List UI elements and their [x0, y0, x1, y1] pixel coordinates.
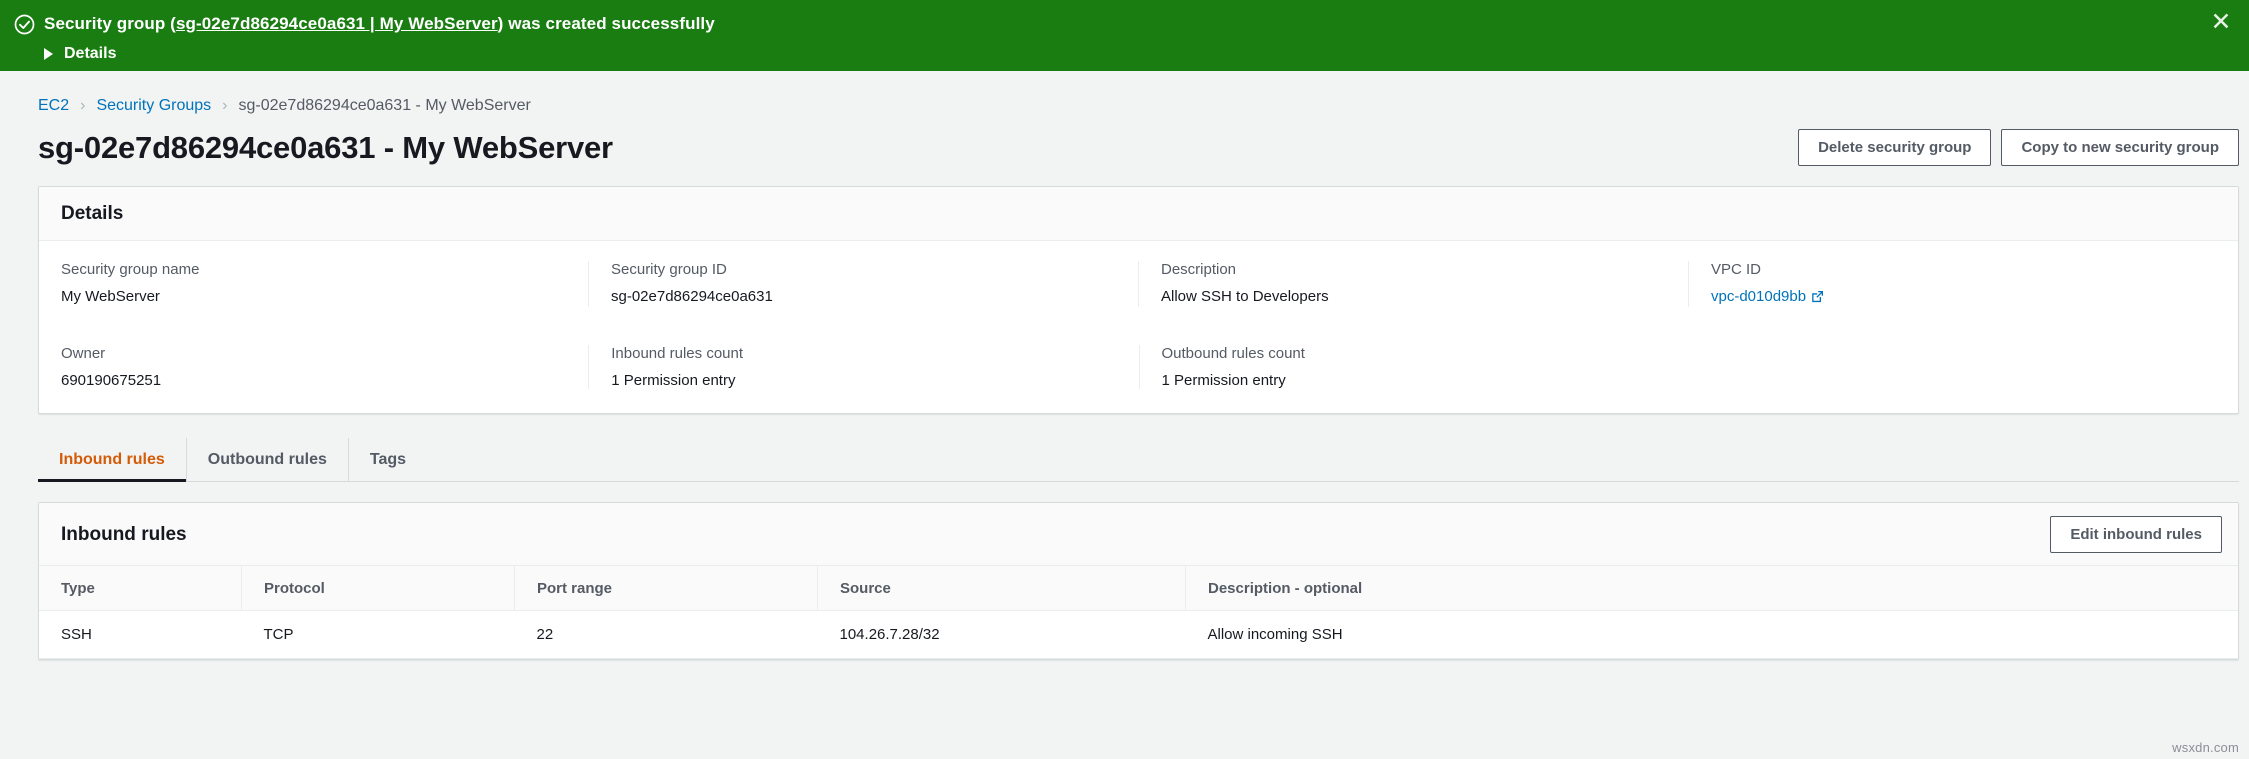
chevron-right-icon: › — [222, 97, 228, 114]
inbound-rules-table: Type Protocol Port range Source Descript… — [39, 566, 2238, 659]
breadcrumb-item-current: sg-02e7d86294ce0a631 - My WebServer — [238, 97, 531, 114]
details-card-header: Details — [39, 187, 2238, 241]
page-header: sg-02e7d86294ce0a631 - My WebServer Dele… — [0, 115, 2249, 166]
detail-security-group-name: Security group name My WebServer — [39, 261, 589, 307]
column-header-port-range[interactable]: Port range — [514, 566, 818, 611]
detail-label: Security group name — [61, 261, 200, 278]
detail-value: Allow SSH to Developers — [1161, 288, 1329, 305]
tab-tags[interactable]: Tags — [349, 438, 427, 481]
detail-owner: Owner 690190675251 — [39, 345, 590, 389]
chevron-right-icon: › — [80, 97, 86, 114]
tab-outbound-rules[interactable]: Outbound rules — [187, 438, 349, 481]
table-header-row: Type Protocol Port range Source Descript… — [39, 566, 2238, 611]
detail-vpc-id: VPC ID vpc-d010d9bb — [1689, 261, 2238, 307]
detail-inbound-rules-count: Inbound rules count 1 Permission entry — [589, 345, 1140, 389]
rules-tabs: Inbound rules Outbound rules Tags — [38, 438, 2239, 482]
details-row-2: Owner 690190675251 Inbound rules count 1… — [39, 331, 2238, 413]
vpc-id-link[interactable]: vpc-d010d9bb — [1711, 288, 1806, 305]
cell-port-range: 22 — [514, 610, 818, 659]
detail-outbound-rules-count: Outbound rules count 1 Permission entry — [1140, 345, 1689, 389]
success-banner: Security group (sg-02e7d86294ce0a631 | M… — [0, 0, 2249, 71]
detail-value-wrapper: vpc-d010d9bb — [1711, 288, 2216, 307]
circle-check-icon — [14, 14, 35, 35]
detail-label: Owner — [61, 345, 106, 362]
inbound-rules-header: Inbound rules Edit inbound rules — [39, 503, 2238, 566]
column-header-type[interactable]: Type — [39, 566, 242, 611]
banner-message: Security group (sg-02e7d86294ce0a631 | M… — [44, 13, 715, 34]
security-group-detail-page: Security group (sg-02e7d86294ce0a631 | M… — [0, 0, 2249, 759]
detail-value: My WebServer — [61, 288, 160, 305]
breadcrumb-item-ec2[interactable]: EC2 — [38, 97, 69, 115]
column-header-protocol[interactable]: Protocol — [241, 566, 515, 611]
cell-protocol: TCP — [241, 610, 515, 659]
delete-security-group-button[interactable]: Delete security group — [1798, 129, 1992, 166]
detail-label: Description — [1161, 261, 1237, 278]
external-link-icon[interactable] — [1811, 290, 1824, 307]
breadcrumb: EC2 › Security Groups › sg-02e7d86294ce0… — [0, 71, 2249, 115]
column-header-description[interactable]: Description - optional — [1185, 566, 2238, 611]
cell-type: SSH — [39, 610, 242, 659]
column-header-source[interactable]: Source — [817, 566, 1186, 611]
table-body: SSH TCP 22 104.26.7.28/32 Allow incoming… — [39, 610, 2238, 659]
detail-label: Inbound rules count — [611, 345, 744, 362]
table-row[interactable]: SSH TCP 22 104.26.7.28/32 Allow incoming… — [39, 610, 2238, 659]
detail-label: Outbound rules count — [1161, 345, 1305, 362]
inbound-rules-title: Inbound rules — [61, 523, 187, 545]
cell-source: 104.26.7.28/32 — [817, 610, 1186, 659]
triangle-right-icon — [44, 48, 53, 60]
tab-inbound-rules[interactable]: Inbound rules — [38, 438, 187, 482]
table-head: Type Protocol Port range Source Descript… — [39, 566, 2238, 611]
detail-security-group-id: Security group ID sg-02e7d86294ce0a631 — [589, 261, 1139, 307]
detail-value: sg-02e7d86294ce0a631 — [611, 288, 773, 305]
details-row-1: Security group name My WebServer Securit… — [39, 241, 2238, 331]
banner-message-prefix: Security group ( — [44, 14, 176, 33]
detail-label: Security group ID — [611, 261, 727, 278]
close-icon[interactable]: ✕ — [2207, 8, 2235, 36]
banner-message-row: Security group (sg-02e7d86294ce0a631 | M… — [0, 13, 2249, 35]
cell-description: Allow incoming SSH — [1185, 610, 2238, 659]
detail-description: Description Allow SSH to Developers — [1139, 261, 1689, 307]
banner-message-suffix: ) was created successfully — [497, 14, 715, 33]
details-title: Details — [61, 203, 124, 224]
watermark: wsxdn.com — [2172, 740, 2239, 755]
edit-inbound-rules-button[interactable]: Edit inbound rules — [2050, 516, 2222, 553]
page-actions: Delete security group Copy to new securi… — [1798, 129, 2239, 166]
details-card: Details Security group name My WebServer… — [38, 186, 2239, 414]
breadcrumb-item-security-groups[interactable]: Security Groups — [96, 97, 211, 115]
banner-details-toggle[interactable]: Details — [0, 45, 2249, 63]
detail-value: 1 Permission entry — [611, 372, 736, 389]
page-title: sg-02e7d86294ce0a631 - My WebServer — [38, 129, 613, 165]
detail-value: 690190675251 — [61, 372, 162, 389]
banner-details-label: Details — [64, 45, 117, 62]
inbound-rules-card: Inbound rules Edit inbound rules Type Pr… — [38, 502, 2239, 660]
detail-label: VPC ID — [1711, 261, 1762, 278]
detail-spacer — [1689, 345, 2238, 389]
detail-value: 1 Permission entry — [1161, 372, 1286, 389]
banner-security-group-link[interactable]: sg-02e7d86294ce0a631 | My WebServer — [176, 14, 498, 33]
copy-to-new-security-group-button[interactable]: Copy to new security group — [2001, 129, 2239, 166]
